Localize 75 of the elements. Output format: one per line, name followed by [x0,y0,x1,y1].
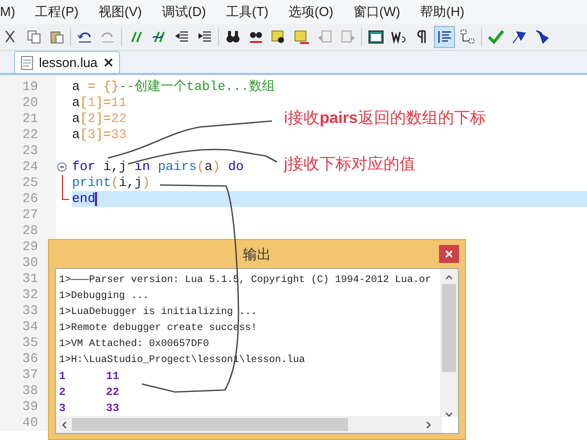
binoculars-icon [224,29,240,45]
code-line: a[3]=33 [72,127,127,143]
annotation-text: j接收下标对应的值 [284,154,416,175]
paste-icon [48,29,64,45]
output-line: 1>VM Attached: 0x00657DF0 [59,338,210,352]
menu-item[interactable]: M) [0,2,16,22]
line-number: 38 [21,383,38,399]
line-number: 22 [21,127,38,143]
line-number: 34 [21,319,38,335]
vertical-scrollbar[interactable] [440,269,458,417]
menu-item[interactable]: 选项(O) [288,2,334,22]
output-value: 33 [106,402,120,417]
window-icon [368,29,384,45]
output-value: 11 [106,370,120,385]
tab-label: lesson.lua [39,54,98,72]
menu-item[interactable]: 工具(T) [226,2,269,22]
line-number: 36 [21,351,38,367]
menu-item[interactable]: 调试(D) [162,2,206,22]
output-value: 22 [106,386,120,401]
scroll-up-icon [445,275,453,280]
scrollbar-thumb[interactable] [72,418,348,431]
line-number: 33 [21,303,38,319]
output-value: 2 [59,386,67,401]
file-icon [21,56,33,70]
line-number: 32 [21,287,38,303]
output-line: 1>Debugging ... [59,290,150,304]
output-value: 3 [59,402,67,417]
line-number: 39 [21,399,38,415]
close-icon [445,250,453,258]
line-number: 26 [21,191,38,207]
checkmark-icon [488,29,504,45]
panel-title: 输出 [243,244,271,264]
forward-icon [340,29,356,45]
line-number: 23 [21,143,38,159]
close-button[interactable] [439,245,459,263]
line-number: 24 [21,159,38,175]
menu-item[interactable]: 帮助(H) [420,2,464,22]
line-number: 21 [21,111,38,127]
line-number: 20 [21,95,38,111]
code-line: a[2]=22 [72,111,127,127]
menu-item[interactable]: 视图(V) [98,2,142,22]
uncomment-icon [150,29,166,45]
line-number: 31 [21,271,38,287]
fold-toggle-icon[interactable] [57,162,67,172]
horizontal-scrollbar[interactable] [56,416,442,433]
back-icon [316,29,332,45]
line-number: 35 [21,335,38,351]
line-number: 27 [21,207,38,223]
line-number: 25 [21,175,38,191]
line-number: 37 [21,367,38,383]
tree-icon [460,29,476,45]
annotation-text: i接收pairs返回的数组的下标 [284,108,486,129]
line-number: 29 [21,239,38,255]
code-line: for i,j in pairs(a) do [72,159,244,175]
word-wrap-icon [390,29,406,45]
code-line: a[1]=11 [72,95,127,111]
close-icon[interactable] [104,58,113,67]
line-number: 30 [21,255,38,271]
scrollbar-thumb[interactable] [442,284,456,372]
output-line: 1>LuaDebugger is initializing ... [59,306,258,320]
output-value: 1 [59,370,67,385]
menu-item[interactable]: 工程(P) [35,2,79,22]
indent-guide-icon [436,29,452,45]
scroll-down-icon [445,412,453,418]
scroll-right-icon [426,420,431,428]
copy-icon [26,29,42,45]
file-tab[interactable]: lesson.lua [14,51,120,73]
scroll-left-icon [62,420,67,428]
line-number: 40 [21,415,38,431]
code-line: a = {}--创建一个table...数组 [72,79,275,95]
code-line: print(i,j) [72,175,150,191]
line-number: 19 [21,79,38,95]
menu-item[interactable]: 窗口(W) [353,2,400,22]
toolbar-button[interactable] [434,26,455,48]
line-number: 28 [21,223,38,239]
